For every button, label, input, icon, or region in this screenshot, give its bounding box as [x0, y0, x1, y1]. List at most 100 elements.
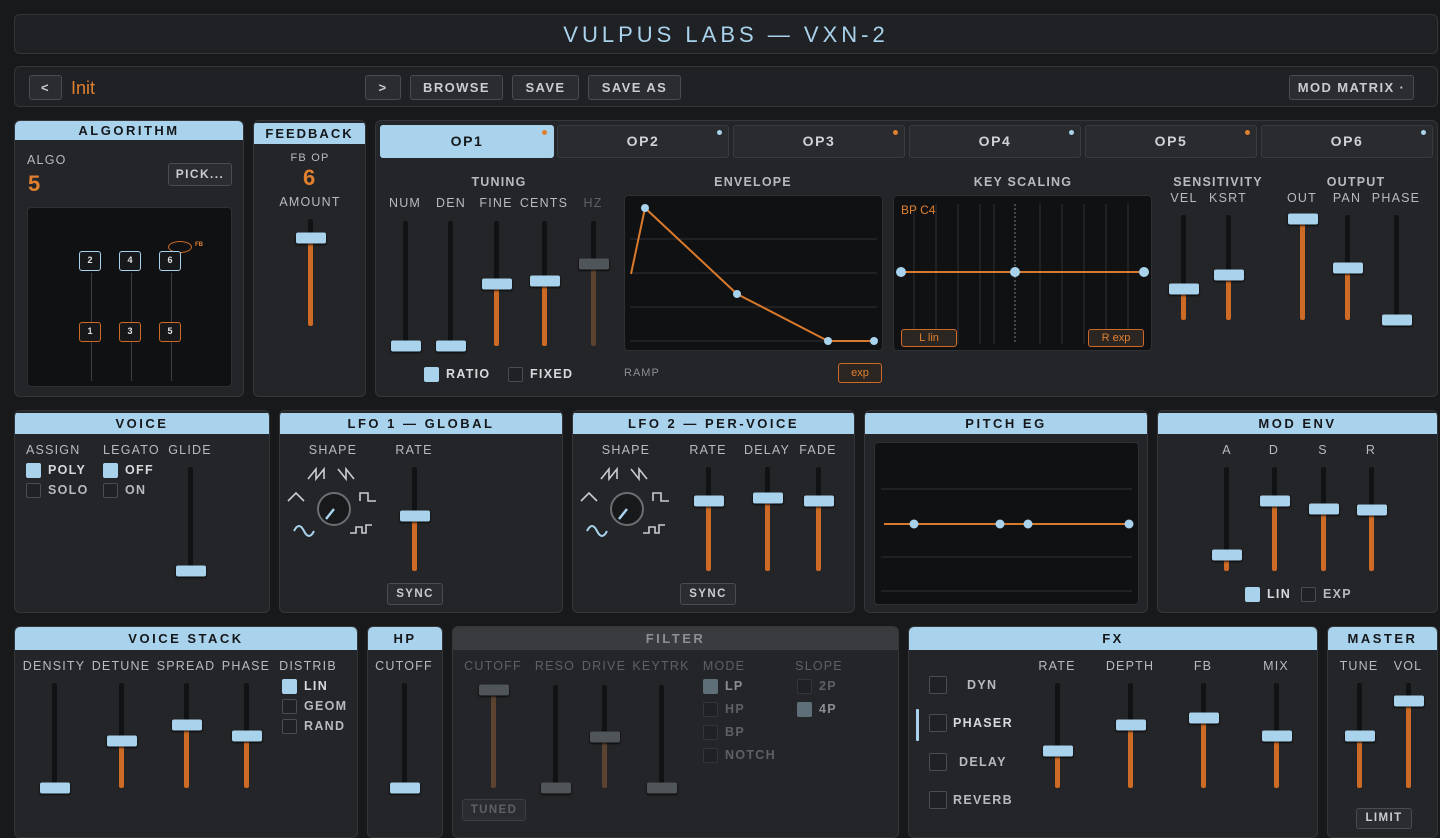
fixed-checkbox[interactable] [508, 367, 523, 382]
lfo1-shape-selector[interactable] [284, 459, 384, 549]
reverb-checkbox[interactable] [929, 791, 947, 809]
legato-on-checkbox[interactable] [103, 483, 118, 498]
lfo2-rate-slider[interactable] [693, 467, 724, 571]
carrier-node[interactable]: 5 [159, 322, 181, 342]
fine-slider[interactable] [481, 221, 512, 346]
browse-button[interactable]: BROWSE [410, 75, 503, 100]
feedback-amount-slider[interactable] [295, 219, 326, 326]
hp-cutoff-slider[interactable] [389, 683, 420, 794]
mod-matrix-button[interactable]: MOD MATRIX · [1289, 75, 1414, 100]
save-button[interactable]: SAVE [512, 75, 579, 100]
operator-node[interactable]: 4 [119, 251, 141, 271]
notch-checkbox[interactable] [703, 748, 718, 763]
den-slider[interactable] [435, 221, 466, 352]
density-slider[interactable] [39, 683, 70, 794]
envelope-header: ENVELOPE [714, 175, 792, 189]
key-scaling-graph[interactable]: BP C4 L lin R exp [893, 195, 1152, 351]
lfo2-delay-slider[interactable] [752, 467, 783, 571]
tab-op2[interactable]: OP2 [557, 125, 729, 158]
delay-label[interactable]: DELAY [959, 755, 1007, 769]
keytrk-slider[interactable] [646, 685, 677, 794]
release-slider[interactable] [1356, 467, 1387, 571]
dyn-checkbox[interactable] [929, 676, 947, 694]
distrib-lin-checkbox[interactable] [282, 679, 297, 694]
tab-op5[interactable]: OP5 [1085, 125, 1257, 158]
lp-checkbox[interactable] [703, 679, 718, 694]
drive-slider[interactable] [589, 685, 620, 788]
lfo1-rate-slider[interactable] [399, 467, 430, 571]
spread-slider[interactable] [171, 683, 202, 788]
fx-mix-slider[interactable] [1261, 683, 1292, 788]
tab-op6[interactable]: OP6 [1261, 125, 1433, 158]
phaser-label[interactable]: PHASER [953, 716, 1013, 730]
ratio-checkbox[interactable] [424, 367, 439, 382]
out-label: OUT [1287, 191, 1317, 205]
operator-node[interactable]: 2 [79, 251, 101, 271]
lfo1-sync-button[interactable]: SYNC [387, 583, 443, 605]
legato-off-label: OFF [125, 463, 154, 477]
legato-off-checkbox[interactable] [103, 463, 118, 478]
detune-slider[interactable] [106, 683, 137, 788]
sustain-slider[interactable] [1308, 467, 1339, 571]
hp-header: HP [368, 627, 442, 650]
delay-checkbox[interactable] [929, 753, 947, 771]
lfo2-fade-slider[interactable] [803, 467, 834, 571]
vol-slider[interactable] [1393, 683, 1424, 788]
tuned-button[interactable]: TUNED [462, 799, 526, 821]
fx-depth-slider[interactable] [1115, 683, 1146, 788]
dyn-label[interactable]: DYN [967, 678, 997, 692]
save-as-button[interactable]: SAVE AS [588, 75, 681, 100]
envelope-graph[interactable] [624, 195, 883, 351]
vel-slider[interactable] [1168, 215, 1199, 320]
left-curve-button[interactable]: L lin [901, 329, 957, 347]
solo-checkbox[interactable] [26, 483, 41, 498]
pitch-eg-graph[interactable] [874, 442, 1139, 605]
glide-slider[interactable] [175, 467, 206, 577]
prev-preset-button[interactable]: < [29, 75, 62, 100]
distrib-geom-checkbox[interactable] [282, 699, 297, 714]
pan-slider[interactable] [1332, 215, 1363, 320]
distrib-rand-checkbox[interactable] [282, 719, 297, 734]
exp-checkbox[interactable] [1301, 587, 1316, 602]
ksrt-slider[interactable] [1213, 215, 1244, 320]
num-slider[interactable] [390, 221, 421, 352]
drive-label: DRIVE [581, 659, 627, 673]
decay-slider[interactable] [1259, 467, 1290, 571]
slope-2p-checkbox[interactable] [797, 679, 812, 694]
hp-mode-checkbox[interactable] [703, 702, 718, 717]
tab-op1[interactable]: OP1 [380, 125, 554, 158]
reso-slider[interactable] [540, 685, 571, 794]
reverb-label[interactable]: REVERB [953, 793, 1013, 807]
slope-4p-checkbox[interactable] [797, 702, 812, 717]
cents-slider[interactable] [529, 221, 560, 346]
pick-algorithm-button[interactable]: PICK... [168, 163, 232, 186]
phase-slider[interactable] [1381, 215, 1412, 326]
preset-name[interactable]: Init [71, 78, 95, 99]
envelope-curve-button[interactable]: exp [838, 363, 882, 383]
operator-node[interactable]: 6 [159, 251, 181, 271]
algorithm-panel: ALGORITHM ALGO 5 PICK... FB 2 4 6 1 3 5 [14, 120, 244, 397]
fx-fb-slider[interactable] [1188, 683, 1219, 788]
carrier-node[interactable]: 1 [79, 322, 101, 342]
out-slider[interactable] [1287, 213, 1318, 320]
lfo2-sync-button[interactable]: SYNC [680, 583, 736, 605]
hz-slider[interactable] [578, 221, 609, 346]
attack-slider[interactable] [1211, 467, 1242, 571]
lin-checkbox[interactable] [1245, 587, 1260, 602]
fx-rate-slider[interactable] [1042, 683, 1073, 788]
right-curve-button[interactable]: R exp [1088, 329, 1144, 347]
phase-slider[interactable] [231, 683, 262, 788]
saw-down-icon [630, 466, 648, 482]
poly-checkbox[interactable] [26, 463, 41, 478]
tune-slider[interactable] [1344, 683, 1375, 788]
bp-checkbox[interactable] [703, 725, 718, 740]
lfo2-shape-selector[interactable] [577, 459, 677, 549]
limit-button[interactable]: LIMIT [1356, 808, 1412, 829]
phaser-checkbox[interactable] [929, 714, 947, 732]
carrier-node[interactable]: 3 [119, 322, 141, 342]
vel-label: VEL [1170, 191, 1198, 205]
filter-cutoff-slider[interactable] [478, 684, 509, 788]
tab-op3[interactable]: OP3 [733, 125, 905, 158]
next-preset-button[interactable]: > [365, 75, 401, 100]
tab-op4[interactable]: OP4 [909, 125, 1081, 158]
